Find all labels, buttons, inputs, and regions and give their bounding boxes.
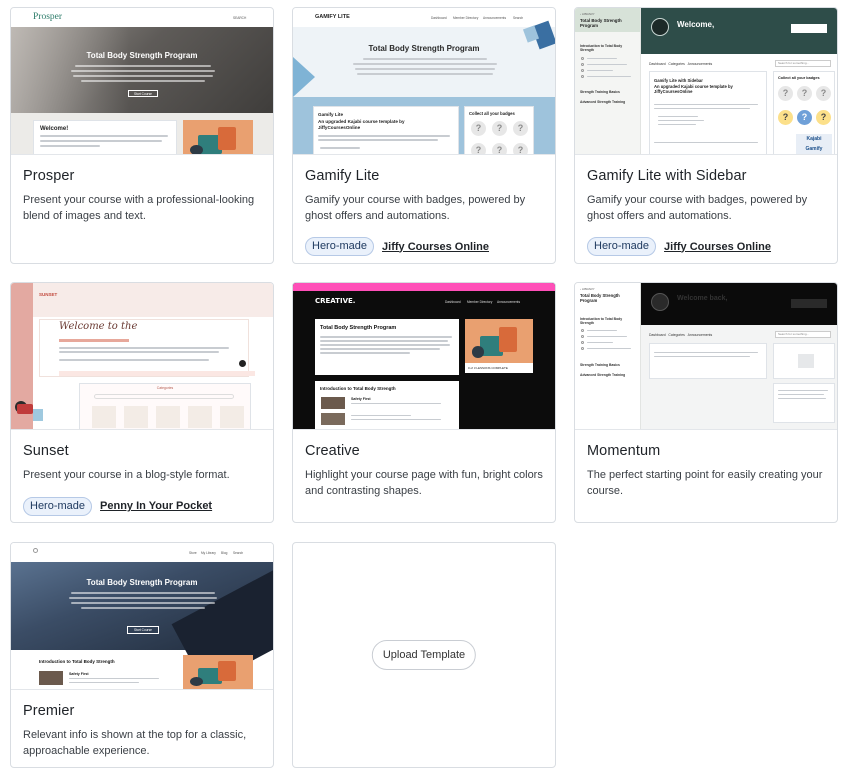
template-card-gamify-lite-sidebar[interactable]: ‹ LIBRARY Total Body Strength Program In… (574, 7, 838, 264)
hero-made-badge: Hero-made (305, 237, 375, 256)
thumb-hero-title: Total Body Strength Program (86, 578, 198, 587)
template-name: Gamify Lite with Sidebar (587, 168, 747, 184)
hero-made-badge: Hero-made (587, 237, 657, 256)
thumb-welcome-heading: Welcome! (40, 126, 69, 132)
thumb-product-photo (183, 655, 253, 689)
thumb-course-card (649, 343, 767, 379)
template-description: The perfect starting point for easily cr… (587, 469, 823, 497)
thumb-logo: SUNSET (39, 292, 58, 297)
upload-template-button[interactable]: Upload Template (371, 640, 477, 670)
template-description: Gamify your course with badges, powered … (587, 194, 808, 222)
author-link[interactable]: Jiffy Courses Online (382, 241, 489, 253)
hero-made-badge: Hero-made (23, 496, 93, 516)
thumb-hero-band: Total Body Strength Program (293, 20, 555, 97)
thumb-cta-button: Start Course (127, 626, 159, 634)
template-card-sunset[interactable]: SUNSET Welcome to the Categories Sunset … (10, 282, 274, 523)
thumb-product-photo (183, 120, 253, 154)
thumb-logo: GAMIFY LITE (315, 14, 350, 20)
thumb-hero-title: Total Body Strength Program (86, 51, 198, 60)
thumb-lesson-list: Introduction to Total Body Strength Safe… (33, 655, 179, 689)
thumb-lesson-list: Introduction to Total Body Strength Safe… (315, 381, 459, 429)
thumb-cta-button: Start Course (128, 90, 158, 97)
thumb-header: Welcome back, (641, 283, 837, 325)
template-description: Gamify your course with badges, powered … (305, 194, 526, 222)
template-description: Relevant info is shown at the top for a … (23, 729, 247, 757)
template-thumbnail[interactable]: SUNSET Welcome to the Categories (11, 283, 273, 430)
upload-template-card: Upload Template (292, 542, 556, 768)
template-thumbnail[interactable]: CREATIVE. Dashboard Member Directory Ann… (293, 283, 555, 430)
author-link[interactable]: Penny In Your Pocket (100, 500, 212, 512)
template-thumbnail[interactable]: ‹ LIBRARY Total Body Strength Program In… (575, 8, 837, 155)
thumb-nav-link: SEARCH (233, 16, 247, 20)
thumb-nav: Store My Library Blog Search (11, 543, 273, 562)
template-card-prosper[interactable]: Prosper SEARCH Total Body Strength Progr… (10, 7, 274, 264)
thumb-welcome-panel: Welcome! (33, 120, 177, 154)
template-card-creative[interactable]: CREATIVE. Dashboard Member Directory Ann… (292, 282, 556, 523)
thumb-nav: Prosper SEARCH (11, 8, 273, 27)
template-card-gamify-lite[interactable]: GAMIFY LITE Dashboard Member Directory A… (292, 7, 556, 264)
author-link[interactable]: Jiffy Courses Online (664, 241, 771, 253)
thumb-logo: CREATIVE. (315, 297, 356, 305)
thumb-course-card: Gamify Lite with Sidebar An upgraded Kaj… (649, 71, 767, 154)
thumb-hero-image: Total Body Strength Program Start Course (11, 562, 273, 687)
thumb-sidebar: ‹ LIBRARY Total Body Strength Program In… (575, 8, 641, 154)
thumb-logo: Prosper (33, 12, 63, 22)
template-name: Gamify Lite (305, 168, 380, 184)
template-card-momentum[interactable]: ‹ LIBRARY Total Body Strength Program In… (574, 282, 838, 523)
template-thumbnail[interactable]: Store My Library Blog Search Total Body … (11, 543, 273, 690)
thumb-welcome-script: Welcome to the (59, 321, 138, 332)
template-thumbnail[interactable]: GAMIFY LITE Dashboard Member Directory A… (293, 8, 555, 155)
thumb-product-photo (465, 319, 533, 363)
thumb-course-card: Gamify Lite An upgraded Kajabi course te… (313, 106, 459, 154)
thumb-header: Welcome, (641, 8, 837, 54)
template-description: Highlight your course page with fun, bri… (305, 469, 543, 497)
template-description: Present your course in a blog-style form… (23, 469, 230, 481)
thumb-course-card: Total Body Strength Program (315, 319, 459, 375)
thumb-nav: GAMIFY LITE Dashboard Member Directory A… (293, 8, 555, 27)
thumb-hero-title: Total Body Strength Program (368, 44, 480, 53)
template-name: Premier (23, 703, 75, 719)
template-thumbnail[interactable]: Prosper SEARCH Total Body Strength Progr… (11, 8, 273, 155)
template-thumbnail[interactable]: ‹ LIBRARY Total Body Strength Program In… (575, 283, 837, 430)
thumb-sidebar: ‹ LIBRARY Total Body Strength Program In… (575, 283, 641, 429)
template-name: Prosper (23, 168, 75, 184)
template-card-premier[interactable]: Store My Library Blog Search Total Body … (10, 542, 274, 768)
template-name: Momentum (587, 443, 661, 459)
template-name: Creative (305, 443, 360, 459)
template-name: Sunset (23, 443, 69, 459)
thumb-hero-image: Total Body Strength Program Start Course (11, 27, 273, 113)
template-description: Present your course with a professional-… (23, 194, 255, 222)
thumb-badges-panel: Collect all your badges ? ? ? ? ? ? (464, 106, 534, 154)
thumb-badges-panel: Collect all your badges ? ? ? ? ? ? Kaja… (773, 71, 835, 154)
